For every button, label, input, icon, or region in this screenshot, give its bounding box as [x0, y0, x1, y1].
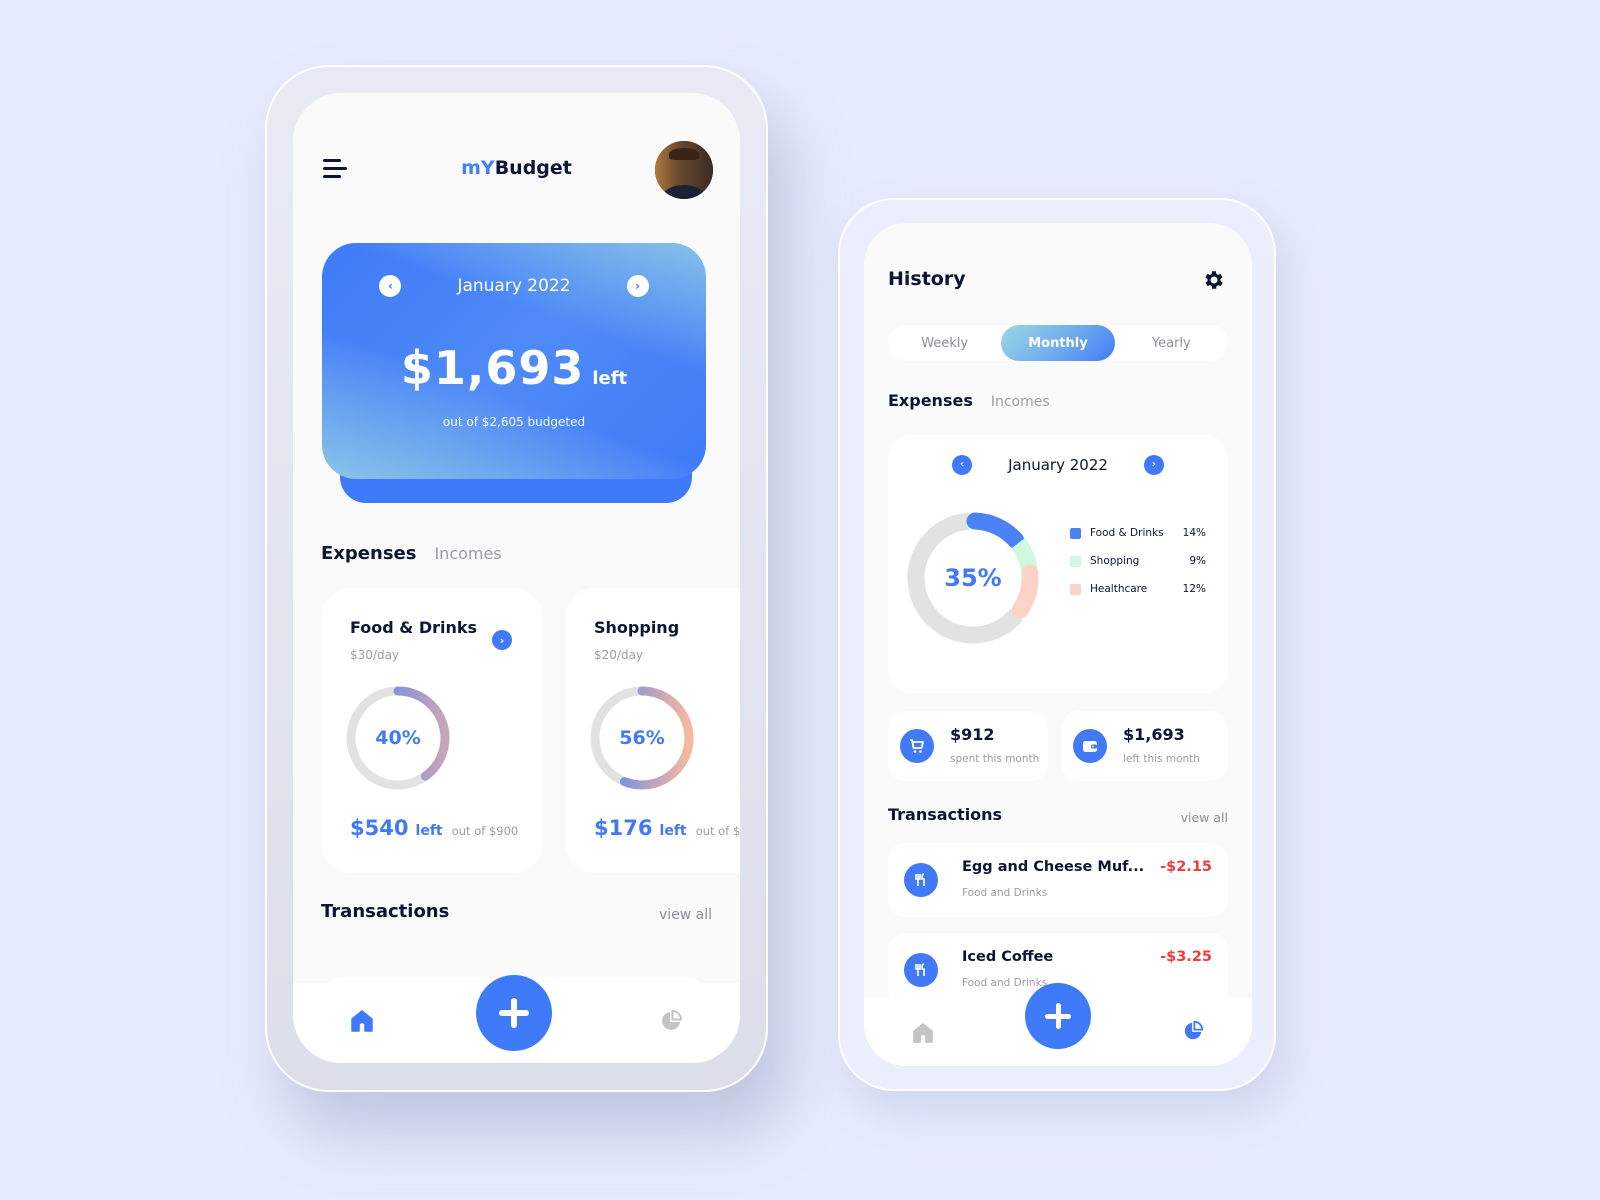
gear-icon[interactable]: [1202, 268, 1226, 292]
stat-label: spent this month: [950, 753, 1040, 765]
category-left-value: $540: [350, 816, 409, 840]
budget-phone: mYBudget ‹ January 2022 › $1,693 left out…: [265, 65, 768, 1092]
pie-chart-icon[interactable]: [659, 1009, 683, 1033]
remaining-value: $1,693: [400, 341, 585, 395]
tab-weekly[interactable]: Weekly: [888, 325, 1001, 361]
legend-value: 14%: [1182, 527, 1206, 539]
budget-screen: mYBudget ‹ January 2022 › $1,693 left out…: [293, 93, 740, 1063]
category-amount: $540 left out of $900: [350, 816, 518, 840]
stat-card-left: $1,693 left this month: [1061, 711, 1228, 781]
budget-total: out of $2,605 budgeted: [442, 415, 586, 429]
category-amount: $176 left out of $40: [594, 816, 740, 840]
month-selector: ‹ January 2022 ›: [888, 455, 1228, 475]
month-label: January 2022: [457, 276, 571, 296]
transaction-amount: -$3.25: [1160, 949, 1212, 965]
category-left-suffix: left: [659, 823, 687, 839]
category-budget: out of $900: [451, 824, 519, 838]
stat-value: $912: [950, 725, 995, 744]
tab-incomes[interactable]: Incomes: [434, 544, 501, 563]
next-month-button[interactable]: ›: [1143, 455, 1164, 475]
fork-knife-icon: [904, 953, 938, 987]
transaction-category: Food and Drinks: [962, 977, 1048, 989]
remaining-suffix: left: [592, 368, 628, 389]
app-title-suffix: Budget: [494, 157, 572, 179]
legend-label: Healthcare: [1090, 583, 1148, 595]
transaction-category: Food and Drinks: [962, 887, 1048, 899]
category-detail-button[interactable]: ›: [492, 630, 512, 650]
category-budget: out of $40: [695, 824, 740, 838]
legend-swatch: [1070, 583, 1081, 595]
legend-item-food: Food & Drinks 14%: [1070, 519, 1206, 547]
category-percent: 40%: [375, 727, 421, 749]
legend-item-shopping: Shopping 9%: [1070, 547, 1206, 575]
view-all-link[interactable]: view all: [659, 907, 712, 923]
transactions-title: Transactions: [321, 901, 450, 922]
home-icon[interactable]: [350, 1009, 374, 1033]
transaction-item[interactable]: Egg and Cheese Muf... Food and Drinks -$…: [888, 843, 1228, 917]
shopping-cart-icon: [900, 729, 934, 763]
expense-income-tabs: Expenses Incomes: [321, 543, 502, 564]
expense-chart-card: ‹ January 2022 › 35% Food & Drinks 14% S…: [888, 435, 1228, 693]
page-title: History: [888, 268, 966, 290]
stat-label: left this month: [1123, 753, 1200, 765]
legend-label: Food & Drinks: [1090, 527, 1164, 539]
fork-knife-icon: [904, 863, 938, 897]
legend-item-healthcare: Healthcare 12%: [1070, 575, 1206, 603]
budget-card: ‹ January 2022 › $1,693 left out of $2,60…: [322, 243, 706, 479]
period-tabs: Weekly Monthly Yearly: [888, 325, 1228, 361]
legend-label: Shopping: [1090, 555, 1140, 567]
legend-swatch: [1070, 555, 1081, 567]
add-button[interactable]: [476, 975, 552, 1051]
month-selector: ‹ January 2022 ›: [322, 275, 706, 297]
stat-card-spent: $912 spent this month: [888, 711, 1048, 781]
pie-chart-icon[interactable]: [1182, 1020, 1204, 1042]
next-month-button[interactable]: ›: [626, 275, 649, 297]
tab-expenses[interactable]: Expenses: [888, 391, 973, 410]
history-phone: History Weekly Monthly Yearly Expenses I…: [838, 198, 1276, 1091]
user-avatar[interactable]: [655, 141, 713, 199]
category-percent: 56%: [619, 727, 665, 749]
category-title: Shopping: [594, 618, 680, 637]
home-icon[interactable]: [912, 1022, 934, 1044]
stat-value: $1,693: [1123, 725, 1185, 744]
legend-value: 12%: [1182, 583, 1206, 595]
transaction-name: Egg and Cheese Muf...: [962, 859, 1145, 875]
transactions-title: Transactions: [888, 805, 1003, 824]
month-label: January 2022: [1008, 456, 1108, 474]
category-left-value: $176: [594, 816, 653, 840]
remaining-amount: $1,693 left: [322, 341, 706, 395]
add-button[interactable]: [1025, 983, 1091, 1049]
legend-swatch: [1070, 527, 1081, 539]
legend-value: 9%: [1189, 555, 1206, 567]
category-card-shopping[interactable]: Shopping $20/day 56% $176 left out of $4…: [566, 588, 740, 873]
history-screen: History Weekly Monthly Yearly Expenses I…: [864, 223, 1252, 1066]
prev-month-button[interactable]: ‹: [952, 455, 973, 475]
prev-month-button[interactable]: ‹: [379, 275, 402, 297]
app-title-prefix: mY: [461, 157, 495, 179]
tab-expenses[interactable]: Expenses: [321, 543, 416, 564]
category-rate: $30/day: [350, 648, 400, 662]
donut-center-label: 35%: [944, 564, 1002, 592]
expense-income-tabs: Expenses Incomes: [888, 391, 1050, 410]
transaction-amount: -$2.15: [1160, 859, 1212, 875]
view-all-link[interactable]: view all: [1181, 810, 1228, 825]
category-card-food[interactable]: Food & Drinks $30/day › 40% $540 left ou…: [322, 588, 542, 873]
category-left-suffix: left: [415, 823, 443, 839]
tab-incomes[interactable]: Incomes: [991, 394, 1050, 410]
category-title: Food & Drinks: [350, 618, 478, 637]
tab-yearly[interactable]: Yearly: [1115, 325, 1228, 361]
tab-monthly[interactable]: Monthly: [1001, 325, 1115, 361]
chart-legend: Food & Drinks 14% Shopping 9% Healthcare…: [1070, 519, 1206, 603]
category-rate: $20/day: [594, 648, 644, 662]
transaction-name: Iced Coffee: [962, 949, 1054, 965]
wallet-icon: [1073, 729, 1107, 763]
